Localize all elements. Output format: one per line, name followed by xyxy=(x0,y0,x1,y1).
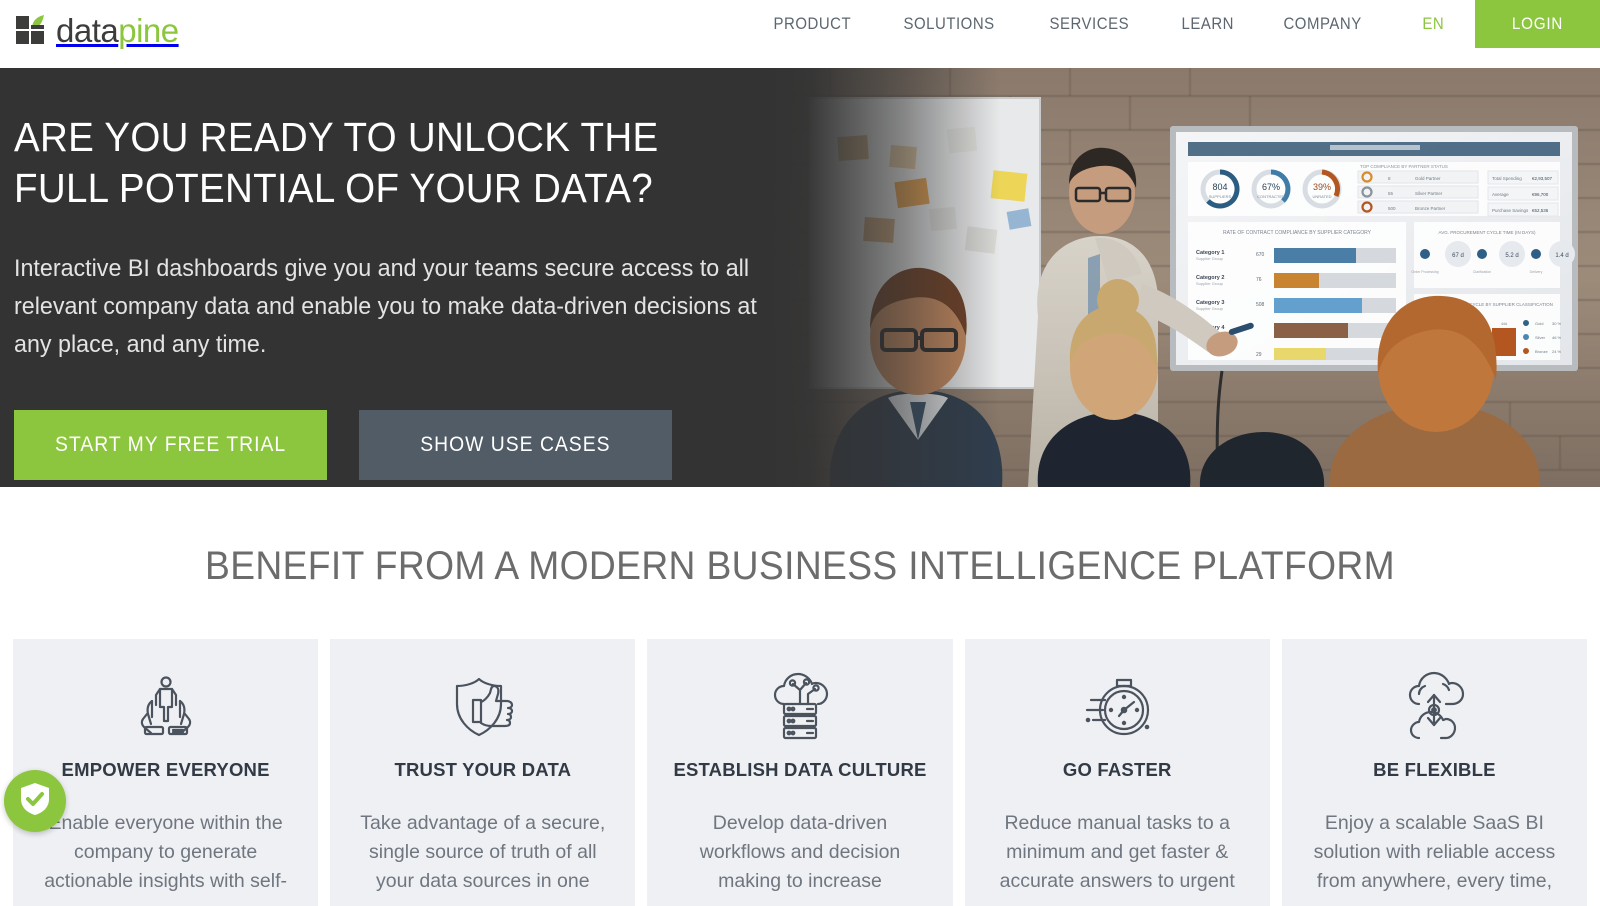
hero-title: ARE YOU READY TO UNLOCK THE FULL POTENTI… xyxy=(14,114,659,211)
hands-holding-person-icon xyxy=(35,667,296,745)
nav-item-services[interactable]: SERVICES xyxy=(1031,0,1148,48)
start-free-trial-button[interactable]: START MY FREE TRIAL xyxy=(14,410,327,480)
benefit-card-list: EMPOWER EVERYONE Enable everyone within … xyxy=(0,639,1600,906)
logo-text: datapine xyxy=(56,14,179,47)
logo-text-data: data xyxy=(56,11,119,49)
hero-subtitle: Interactive BI dashboards give you and y… xyxy=(14,255,757,358)
nav-item-learn[interactable]: LEARN xyxy=(1163,0,1252,48)
benefit-card-title: GO FASTER xyxy=(1062,759,1172,780)
hero-section: 804 SUPPLIERS 67% CONTRACTED 39% UNRATED… xyxy=(0,68,1600,487)
logo-text-pine: pine xyxy=(118,11,179,49)
benefits-section-title: BENEFIT FROM A MODERN BUSINESS INTELLIGE… xyxy=(205,544,1395,588)
privacy-settings-button[interactable] xyxy=(4,770,66,832)
logo-link[interactable]: datapine xyxy=(16,8,179,52)
benefit-card-title: TRUST YOUR DATA xyxy=(394,759,572,780)
hero-photo: 804 SUPPLIERS 67% CONTRACTED 39% UNRATED… xyxy=(770,68,1600,487)
benefit-card-body: Develop data-driven workflows and decisi… xyxy=(699,812,901,892)
site-header: datapine PRODUCT SOLUTIONS SERVICES LEAR… xyxy=(0,0,1600,68)
nav-item-company[interactable]: COMPANY xyxy=(1265,0,1380,48)
benefit-card-body: Enable everyone within the company to ge… xyxy=(44,812,287,892)
benefit-card-title: EMPOWER EVERYONE xyxy=(61,759,270,780)
cloud-sync-arrows-icon xyxy=(1304,667,1565,745)
benefits-section: BENEFIT FROM A MODERN BUSINESS INTELLIGE… xyxy=(0,487,1600,906)
nav-item-product[interactable]: PRODUCT xyxy=(755,0,870,48)
shield-thumbs-up-icon xyxy=(352,667,613,745)
show-use-cases-label: SHOW USE CASES xyxy=(420,433,611,456)
language-selector[interactable]: EN xyxy=(1396,0,1467,48)
login-button[interactable]: LOGIN xyxy=(1475,0,1600,48)
benefit-card-trust-your-data: TRUST YOUR DATA Take advantage of a secu… xyxy=(330,639,636,906)
benefit-card-body: Enjoy a scalable SaaS BI solution with r… xyxy=(1313,812,1556,892)
shield-check-icon xyxy=(19,782,51,821)
datapine-leaf-logo-icon xyxy=(16,14,50,46)
benefit-card-go-faster: GO FASTER Reduce manual tasks to a minim… xyxy=(964,639,1270,906)
hero-button-group: START MY FREE TRIAL SHOW USE CASES xyxy=(14,410,790,480)
benefit-card-establish-data-culture: ESTABLISH DATA CULTURE Develop data-driv… xyxy=(647,639,953,906)
hero-image-gradient-overlay xyxy=(770,68,1000,487)
main-navigation: PRODUCT SOLUTIONS SERVICES LEARN COMPANY… xyxy=(755,0,1477,48)
benefit-card-body: Take advantage of a secure, single sourc… xyxy=(360,812,606,892)
cloud-server-rack-icon xyxy=(669,667,930,745)
benefit-card-empower-everyone: EMPOWER EVERYONE Enable everyone within … xyxy=(13,639,319,906)
benefit-card-title: ESTABLISH DATA CULTURE xyxy=(673,759,927,780)
show-use-cases-button[interactable]: SHOW USE CASES xyxy=(359,410,672,480)
benefit-card-body: Reduce manual tasks to a minimum and get… xyxy=(999,812,1235,892)
benefit-card-be-flexible: BE FLEXIBLE Enjoy a scalable SaaS BI sol… xyxy=(1281,639,1588,906)
nav-item-solutions[interactable]: SOLUTIONS xyxy=(885,0,1013,48)
start-free-trial-label: START MY FREE TRIAL xyxy=(54,433,287,456)
hero-content: ARE YOU READY TO UNLOCK THE FULL POTENTI… xyxy=(0,68,790,480)
login-button-label: LOGIN xyxy=(1511,14,1564,33)
stopwatch-speed-icon xyxy=(987,667,1248,745)
benefit-card-title: BE FLEXIBLE xyxy=(1373,759,1496,780)
